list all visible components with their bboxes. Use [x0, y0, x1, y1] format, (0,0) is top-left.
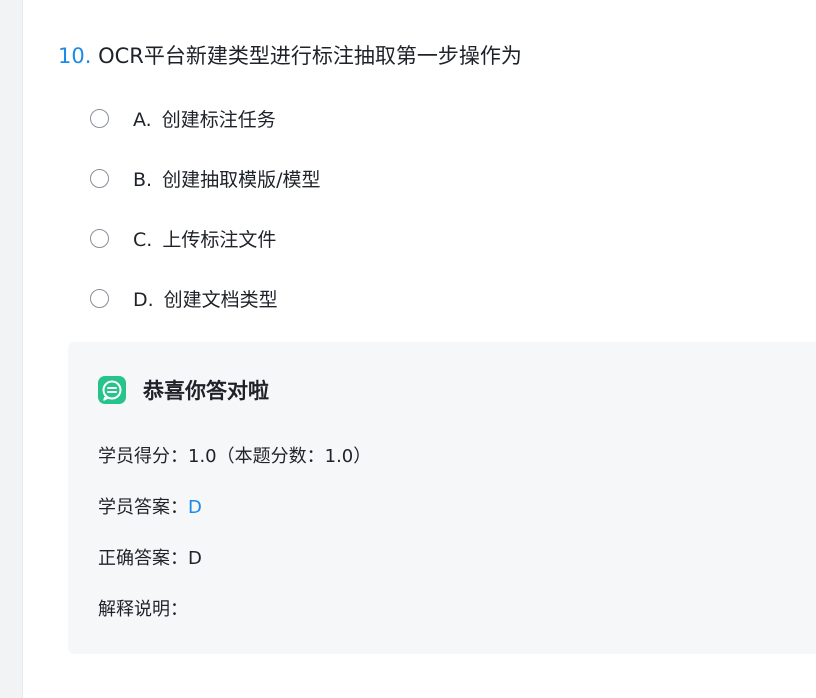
radio-icon[interactable]	[90, 108, 109, 128]
correct-answer-row: 正确答案：D	[98, 544, 202, 570]
score-row: 学员得分：1.0（本题分数：1.0）	[98, 442, 371, 468]
option-label: A. 创建标注任务	[133, 105, 276, 132]
chat-bubble-icon	[98, 376, 126, 404]
explanation-row: 解释说明：	[98, 595, 188, 621]
option-letter: B.	[133, 168, 153, 191]
question-text: OCR平台新建类型进行标注抽取第一步操作为	[98, 44, 522, 68]
radio-icon[interactable]	[90, 288, 109, 308]
options-list: A. 创建标注任务 B. 创建抽取模版/模型 C. 上传标注文件 D. 创建文档类型	[90, 98, 320, 338]
student-answer-row: 学员答案：D	[98, 493, 202, 519]
student-answer-value: D	[188, 497, 202, 518]
option-label: C. 上传标注文件	[133, 225, 276, 252]
option-label: D. 创建文档类型	[133, 285, 278, 312]
option-text: 上传标注文件	[162, 228, 277, 251]
option-b[interactable]: B. 创建抽取模版/模型	[90, 158, 320, 198]
option-text: 创建文档类型	[163, 288, 278, 311]
option-letter: A.	[133, 108, 152, 131]
quiz-page: 10. OCR平台新建类型进行标注抽取第一步操作为 A. 创建标注任务 B. 创建抽…	[0, 0, 816, 698]
answer-feedback-panel: 恭喜你答对啦 学员得分：1.0（本题分数：1.0） 学员答案：D 正确答案：D …	[68, 342, 816, 654]
score-label: 学员得分：	[98, 446, 188, 467]
option-d[interactable]: D. 创建文档类型	[90, 278, 320, 318]
radio-icon[interactable]	[90, 228, 109, 248]
correct-answer-label: 正确答案：	[98, 548, 188, 569]
option-label: B. 创建抽取模版/模型	[133, 165, 320, 192]
radio-icon[interactable]	[90, 168, 109, 188]
feedback-title: 恭喜你答对啦	[143, 379, 269, 403]
explanation-label: 解释说明：	[98, 599, 188, 620]
feedback-header: 恭喜你答对啦	[97, 375, 269, 405]
question-number: 10.	[58, 44, 92, 68]
student-answer-label: 学员答案：	[98, 497, 188, 518]
option-letter: D.	[133, 288, 154, 311]
question-title: 10. OCR平台新建类型进行标注抽取第一步操作为	[58, 41, 522, 71]
score-value: 1.0（本题分数：1.0）	[188, 446, 372, 467]
option-text: 创建标注任务	[161, 108, 276, 131]
left-sidebar-edge	[0, 0, 23, 698]
correct-answer-value: D	[188, 548, 202, 569]
option-text: 创建抽取模版/模型	[162, 168, 321, 191]
option-letter: C.	[133, 228, 153, 251]
option-a[interactable]: A. 创建标注任务	[90, 98, 320, 138]
option-c[interactable]: C. 上传标注文件	[90, 218, 320, 258]
